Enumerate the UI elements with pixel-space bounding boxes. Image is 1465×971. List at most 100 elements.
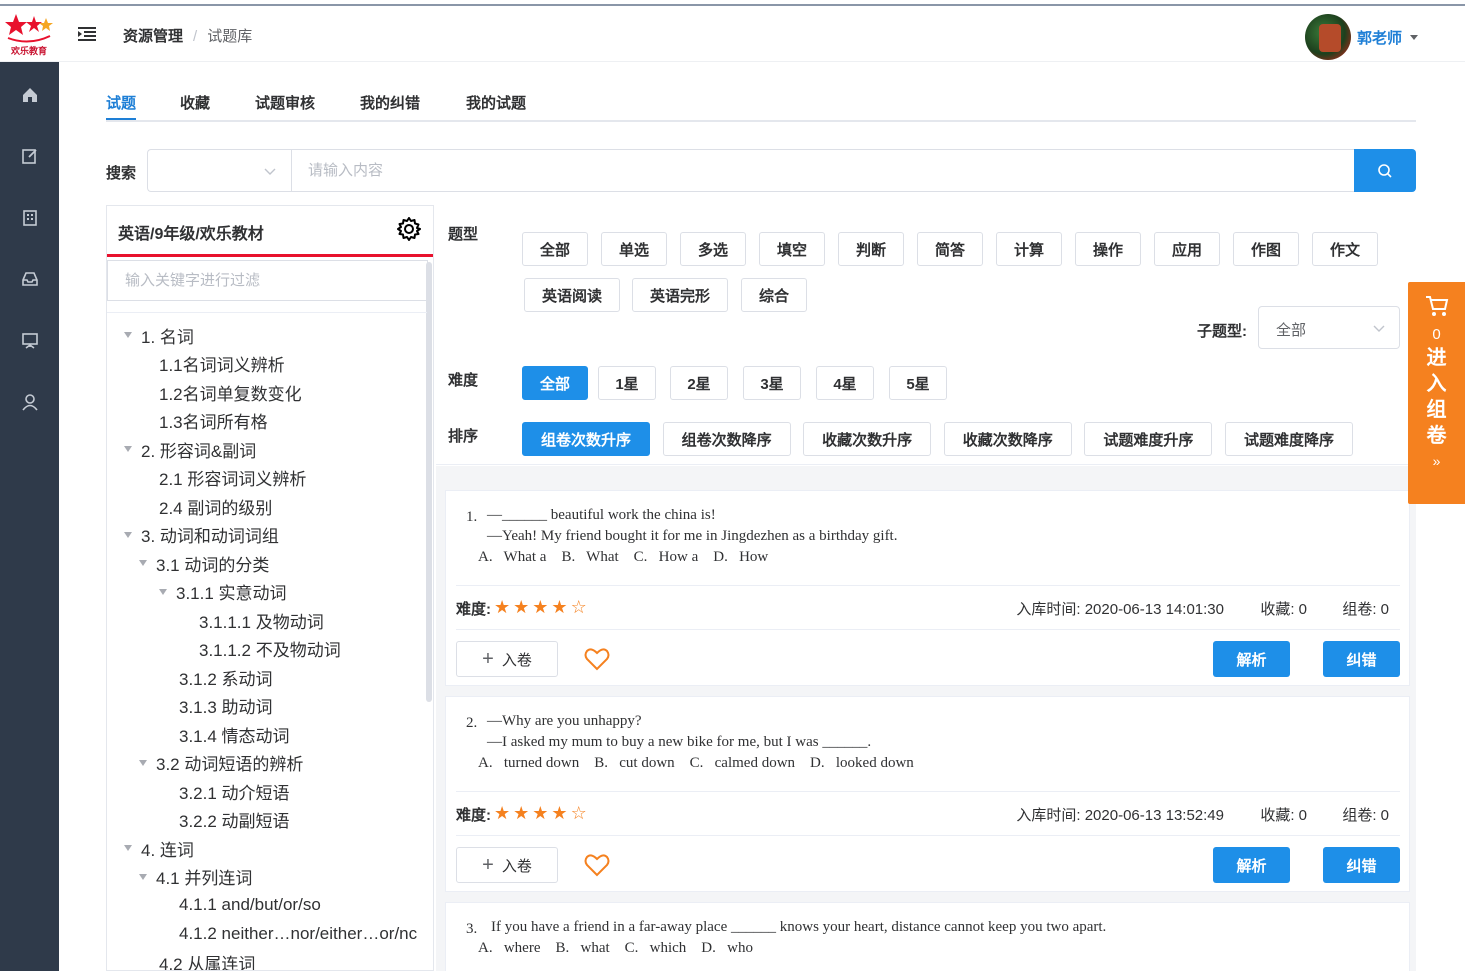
report-error-button[interactable]: 纠错 xyxy=(1323,641,1400,677)
tree-node[interactable]: 4.1.2 neither…nor/either…or/nc xyxy=(179,920,417,948)
tree-node[interactable]: 1.3名词所有格 xyxy=(159,407,268,435)
avatar xyxy=(1305,14,1351,60)
edit-icon[interactable] xyxy=(19,145,41,167)
tree-scrollbar[interactable] xyxy=(426,262,432,702)
subtype-select[interactable]: 全部 xyxy=(1258,306,1400,349)
type-filter-button[interactable]: 应用 xyxy=(1154,232,1220,266)
sort-button[interactable]: 组卷次数降序 xyxy=(662,422,791,456)
presentation-icon[interactable] xyxy=(19,330,41,352)
tree-node[interactable]: 3.1.4 情态动词 xyxy=(179,720,290,748)
paper-cart[interactable]: 0 进入组卷 » xyxy=(1408,282,1465,504)
tree-node[interactable]: 1. 名词 xyxy=(124,321,194,349)
logo[interactable]: 欢乐教育 xyxy=(4,12,54,58)
tree-node-label: 3. 动词和动词词组 xyxy=(141,527,279,546)
star-filled-icon: ★ xyxy=(532,597,549,617)
add-to-paper-button[interactable]: + 入卷 xyxy=(456,641,558,677)
tree-node[interactable]: 2.1 形容词词义辨析 xyxy=(159,464,306,492)
caret-down-icon[interactable] xyxy=(124,845,132,851)
difficulty-filter-button[interactable]: 1星 xyxy=(598,366,656,400)
type-filter-button[interactable]: 多选 xyxy=(680,232,746,266)
cart-label: 进入组卷 xyxy=(1426,347,1447,447)
type-filter-button[interactable]: 英语阅读 xyxy=(524,278,620,312)
tree-node[interactable]: 3.1.3 助动词 xyxy=(179,692,273,720)
home-icon[interactable] xyxy=(19,84,41,106)
tree-node[interactable]: 3.1.1 实意动词 xyxy=(159,578,287,606)
search-button[interactable] xyxy=(1354,149,1416,192)
tree-node[interactable]: 2. 形容词&副词 xyxy=(124,435,256,463)
search-type-select[interactable] xyxy=(147,149,292,192)
sort-button[interactable]: 收藏次数升序 xyxy=(803,422,932,456)
tree-filter-input[interactable] xyxy=(107,260,428,301)
gear-icon[interactable] xyxy=(397,217,421,241)
tree-node[interactable]: 4. 连词 xyxy=(124,834,194,862)
search-input[interactable] xyxy=(291,149,1355,192)
tree-node[interactable]: 3. 动词和动词词组 xyxy=(124,521,279,549)
question-stem-line: If you have a friend in a far-away place… xyxy=(491,919,1107,935)
sort-button[interactable]: 收藏次数降序 xyxy=(943,422,1072,456)
user-icon[interactable] xyxy=(19,391,41,413)
added-time: 入库时间: 2020-06-13 13:52:49 xyxy=(1016,807,1224,824)
type-filter-button[interactable]: 综合 xyxy=(741,278,807,312)
tree-node[interactable]: 1.1名词词义辨析 xyxy=(159,350,285,378)
difficulty-filter-button[interactable]: 2星 xyxy=(670,366,728,400)
tree-node[interactable]: 2.4 副词的级别 xyxy=(159,492,272,520)
tab-my-questions[interactable]: 我的试题 xyxy=(466,92,526,113)
caret-down-icon[interactable] xyxy=(139,873,147,880)
type-filter-button[interactable]: 作图 xyxy=(1233,232,1299,266)
difficulty-filter-button[interactable]: 3星 xyxy=(743,366,801,400)
tree-node[interactable]: 4.2 从属连词 xyxy=(159,948,255,971)
type-filter-button[interactable]: 计算 xyxy=(996,232,1062,266)
sort-button[interactable]: 组卷次数升序 xyxy=(522,422,650,456)
type-filter-button[interactable]: 英语完形 xyxy=(632,278,728,312)
tab-my-corrections[interactable]: 我的纠错 xyxy=(360,92,420,113)
tab-review[interactable]: 试题审核 xyxy=(255,92,315,113)
tree-node[interactable]: 3.1 动词的分类 xyxy=(139,549,269,577)
difficulty-filter-button[interactable]: 4星 xyxy=(816,366,874,400)
question-stem-line: —______ beautiful work the china is! xyxy=(487,507,716,523)
tree-node[interactable]: 3.2 动词短语的辨析 xyxy=(139,749,303,777)
type-filter-button[interactable]: 全部 xyxy=(522,232,588,266)
type-filter-button[interactable]: 判断 xyxy=(838,232,904,266)
breadcrumb-item[interactable]: 资源管理 xyxy=(123,28,183,45)
question-number: 1. xyxy=(466,509,478,525)
difficulty-filter-button[interactable]: 全部 xyxy=(522,366,588,400)
tree-node[interactable]: 3.1.1.2 不及物动词 xyxy=(199,635,341,663)
tree-node[interactable]: 1.2名词单复数变化 xyxy=(159,378,302,406)
caret-down-icon[interactable] xyxy=(139,759,147,766)
tree-node-label: 3.1.1.1 及物动词 xyxy=(199,612,324,632)
plus-icon: + xyxy=(482,648,494,670)
caret-down-icon[interactable] xyxy=(139,560,147,566)
tree-node[interactable]: 3.2.2 动副短语 xyxy=(179,806,290,834)
sort-button[interactable]: 试题难度升序 xyxy=(1084,422,1213,456)
building-icon[interactable] xyxy=(19,207,41,229)
heart-icon[interactable] xyxy=(584,853,610,877)
sort-button[interactable]: 试题难度降序 xyxy=(1225,422,1353,456)
tree-node[interactable]: 3.1.1.1 及物动词 xyxy=(199,606,324,634)
difficulty-filter-button[interactable]: 5星 xyxy=(889,366,947,400)
tree-node[interactable]: 3.1.2 系动词 xyxy=(179,663,273,691)
inbox-icon[interactable] xyxy=(19,268,41,290)
tab-favorites[interactable]: 收藏 xyxy=(180,92,210,113)
tree-node[interactable]: 4.1 并列连词 xyxy=(139,863,252,891)
star-filled-icon: ★ xyxy=(551,597,568,617)
caret-down-icon[interactable] xyxy=(124,446,132,452)
type-filter-button[interactable]: 简答 xyxy=(917,232,983,266)
report-error-button[interactable]: 纠错 xyxy=(1323,847,1400,883)
add-to-paper-button[interactable]: + 入卷 xyxy=(456,847,558,883)
analysis-button[interactable]: 解析 xyxy=(1213,641,1290,677)
tree-node[interactable]: 4.1.1 and/but/or/so xyxy=(179,891,321,919)
type-filter-button[interactable]: 作文 xyxy=(1312,232,1378,266)
tree-node[interactable]: 3.2.1 动介短语 xyxy=(179,777,290,805)
user-menu[interactable]: 郭老师 xyxy=(1305,14,1419,60)
caret-down-icon[interactable] xyxy=(124,332,132,338)
tab-questions[interactable]: 试题 xyxy=(106,92,136,113)
divider xyxy=(456,629,1400,630)
type-filter-button[interactable]: 操作 xyxy=(1075,232,1141,266)
menu-toggle-icon[interactable] xyxy=(78,26,96,42)
analysis-button[interactable]: 解析 xyxy=(1213,847,1290,883)
caret-down-icon[interactable] xyxy=(124,531,132,538)
type-filter-button[interactable]: 填空 xyxy=(759,232,825,266)
caret-down-icon[interactable] xyxy=(159,588,167,595)
type-filter-button[interactable]: 单选 xyxy=(601,232,667,266)
heart-icon[interactable] xyxy=(584,647,610,671)
